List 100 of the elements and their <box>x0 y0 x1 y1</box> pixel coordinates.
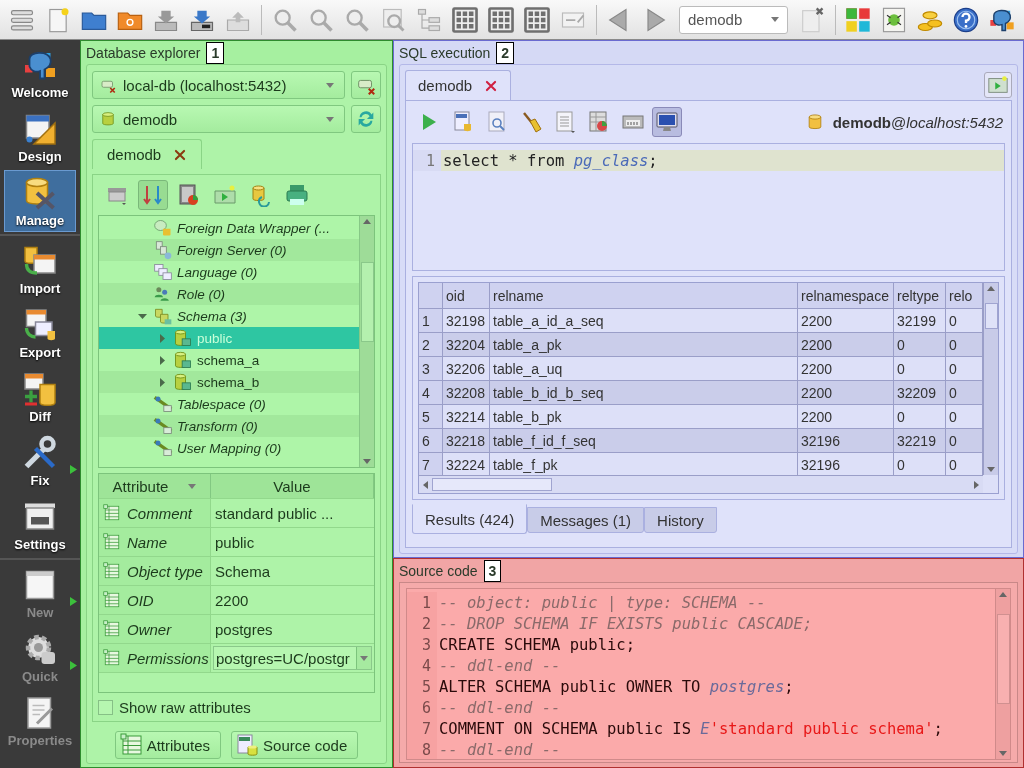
chart-icon <box>177 183 201 207</box>
connection-label: demodb@localhost:5432 <box>832 113 1003 131</box>
table-cell: 32198 <box>443 309 490 332</box>
table-cell: table_b_pk <box>490 405 798 428</box>
tree-item[interactable]: schema_b <box>99 371 359 393</box>
databases-icon <box>153 306 173 326</box>
value-cell-text: 2200 <box>214 590 250 611</box>
sql-editor[interactable]: 1 select * from pg_class; <box>412 143 1005 271</box>
results-tab[interactable]: Messages (1) <box>527 507 645 533</box>
scrollbar[interactable] <box>359 216 374 467</box>
panel-number: 1 <box>206 41 225 64</box>
tree-item[interactable]: Role (0) <box>99 283 359 305</box>
column-header[interactable]: reltype <box>894 283 946 308</box>
code-line: ALTER SCHEMA public OWNER TO postgres; <box>439 677 794 696</box>
results-tab[interactable]: Results (424) <box>412 504 528 534</box>
sql-tab[interactable]: demodb <box>405 70 512 100</box>
value-cell-text: public <box>214 532 256 553</box>
window-database-icon <box>22 370 58 407</box>
code-line: select * from pg_class; <box>443 151 658 170</box>
monitor-button[interactable] <box>652 107 682 137</box>
attribute-cell: Name <box>99 528 211 556</box>
table-cell: table_a_pk <box>490 333 798 356</box>
scrollbar[interactable] <box>983 283 998 475</box>
expander-icon[interactable] <box>157 333 167 343</box>
bug-icon[interactable] <box>880 5 908 34</box>
table-cell: table_b_id_b_seq <box>490 381 798 404</box>
attributes-button[interactable]: Attributes <box>114 731 222 759</box>
table-cell: 2200 <box>798 333 894 356</box>
close-icon[interactable] <box>173 147 188 162</box>
database-dropdown[interactable]: demodb <box>92 105 345 133</box>
tree-item[interactable]: Foreign Data Wrapper (... <box>99 217 359 239</box>
checkbox[interactable] <box>98 699 113 715</box>
table-cell: 2200 <box>798 381 894 404</box>
line-number: 3 <box>407 634 437 655</box>
expander-icon[interactable] <box>137 311 147 321</box>
source-code-button[interactable]: Source code <box>231 731 359 759</box>
sort-icon <box>141 183 165 207</box>
row-number: 5 <box>419 405 443 428</box>
expander-icon[interactable] <box>157 377 167 387</box>
tree-item[interactable]: Language (0) <box>99 261 359 283</box>
sidebar-item[interactable]: Fix <box>4 430 76 492</box>
sidebar-item[interactable]: Export <box>4 302 76 364</box>
play-window-icon <box>987 74 1009 96</box>
sidebar-item[interactable]: Manage <box>4 170 76 232</box>
grid-icon[interactable] <box>450 5 479 34</box>
row-number: 2 <box>419 333 443 356</box>
line-number: 1 <box>413 150 441 171</box>
refresh-button[interactable] <box>351 105 381 133</box>
database-dropdown[interactable]: demodb <box>679 5 788 34</box>
close-icon[interactable] <box>484 78 499 93</box>
connection-dropdown[interactable]: local-db (localhost:5432) <box>92 71 345 99</box>
grid-icon[interactable] <box>486 5 515 34</box>
value-cell-text: standard public ... <box>214 503 335 524</box>
source-editor[interactable] <box>406 588 1011 760</box>
attribute-cell: OID <box>99 586 211 614</box>
sidebar-item[interactable]: Diff <box>4 366 76 428</box>
sidebar-item[interactable]: Welcome <box>4 42 76 104</box>
scrollbar[interactable] <box>419 475 983 493</box>
grid-icon[interactable] <box>522 5 551 34</box>
value-cell-text: postgres <box>214 619 274 640</box>
windows-icon <box>153 262 173 282</box>
line-number: 4 <box>407 655 437 676</box>
column-header[interactable]: Attribute <box>99 474 211 498</box>
sidebar-item[interactable]: Design <box>4 106 76 168</box>
panel-number: 3 <box>483 559 502 582</box>
tree-item[interactable]: User Mapping (0) <box>99 437 359 459</box>
results-tab[interactable]: History <box>644 507 717 533</box>
sidebar-item[interactable]: Settings <box>4 494 76 556</box>
column-header[interactable]: relnamespace <box>798 283 894 308</box>
sort-button[interactable] <box>138 180 168 210</box>
tree-item[interactable]: Tablespace (0) <box>99 393 359 415</box>
tree-item[interactable]: Transform (0) <box>99 415 359 437</box>
table-cell: table_a_id_a_seq <box>490 309 798 332</box>
row-number: 7 <box>419 453 443 475</box>
tree-item[interactable]: schema_a <box>99 349 359 371</box>
table-icon <box>103 504 121 522</box>
value-cell-text: Schema <box>214 561 272 582</box>
column-header[interactable]: relname <box>490 283 798 308</box>
new-tab-button[interactable] <box>984 72 1012 98</box>
monitor-icon <box>655 110 679 134</box>
help-icon[interactable] <box>952 5 980 34</box>
tree-item[interactable]: Foreign Server (0) <box>99 239 359 261</box>
table-icon <box>103 649 121 667</box>
scrollbar[interactable] <box>995 589 1010 759</box>
expander-icon[interactable] <box>157 355 167 365</box>
value-dropdown[interactable]: postgres=UC/postgr <box>213 646 372 670</box>
servers-icon <box>153 240 173 260</box>
table-cell: 2200 <box>798 405 894 428</box>
table-cell: table_f_id_f_seq <box>490 429 798 452</box>
sidebar-item[interactable]: Import <box>4 238 76 300</box>
column-header[interactable]: Value <box>211 474 374 498</box>
tree-item[interactable]: Schema (3) <box>99 305 359 327</box>
disconnect-button[interactable] <box>351 71 381 99</box>
row-number: 1 <box>419 309 443 332</box>
table-cell: 32204 <box>443 333 490 356</box>
column-header[interactable]: oid <box>443 283 490 308</box>
database-icon <box>173 328 193 348</box>
database-tab[interactable]: demodb <box>92 139 203 169</box>
document-list-icon <box>553 110 577 134</box>
table-cell: table_a_uq <box>490 357 798 380</box>
